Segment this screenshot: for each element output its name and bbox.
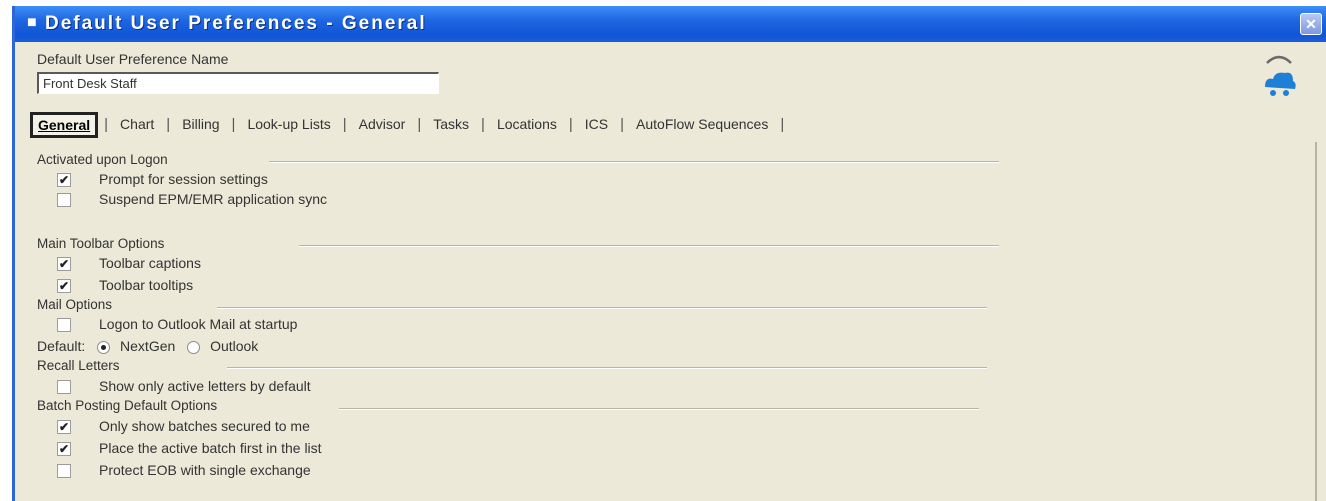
group-divider bbox=[299, 245, 999, 247]
tab-locations[interactable]: Locations bbox=[491, 112, 563, 136]
window-title: Default User Preferences - General bbox=[45, 13, 427, 34]
checkbox[interactable] bbox=[57, 318, 71, 332]
tab-advisor[interactable]: Advisor bbox=[353, 112, 412, 136]
mail-default-row: Default: NextGen Outlook bbox=[37, 338, 258, 358]
group-header-toolbar: Main Toolbar Options bbox=[37, 236, 165, 251]
tab-tasks[interactable]: Tasks bbox=[427, 112, 475, 136]
checkbox[interactable]: ✔ bbox=[57, 279, 71, 293]
pref-name-label: Default User Preference Name bbox=[37, 51, 229, 67]
title-bar[interactable]: ■ Default User Preferences - General ✕ bbox=[15, 6, 1326, 42]
tab-separator: | bbox=[342, 116, 347, 133]
group-header-logon: Activated upon Logon bbox=[37, 152, 168, 167]
tab-look-up-lists[interactable]: Look-up Lists bbox=[241, 112, 336, 136]
tab-separator: | bbox=[166, 116, 171, 133]
general-panel: Activated upon Logon ✔ Prompt for sessio… bbox=[37, 142, 1322, 501]
checkbox[interactable]: ✔ bbox=[57, 442, 71, 456]
app-icon: ■ bbox=[27, 14, 37, 31]
tab-separator: | bbox=[481, 116, 485, 133]
group-header-mail: Mail Options bbox=[37, 297, 113, 312]
preferences-window: ■ Default User Preferences - General ✕ D… bbox=[12, 6, 1326, 501]
tab-chart[interactable]: Chart bbox=[114, 112, 160, 136]
checkbox[interactable] bbox=[57, 380, 71, 394]
tab-autoflow-sequences[interactable]: AutoFlow Sequences bbox=[630, 112, 774, 136]
pref-name-field[interactable] bbox=[37, 72, 439, 94]
group-divider bbox=[217, 307, 987, 309]
group-divider bbox=[227, 367, 987, 369]
group-header-batch: Batch Posting Default Options bbox=[37, 398, 218, 413]
group-divider bbox=[339, 408, 979, 410]
tab-separator: | bbox=[620, 116, 625, 133]
tab-separator: | bbox=[568, 116, 573, 133]
checkbox[interactable]: ✔ bbox=[57, 173, 71, 187]
tab-separator: | bbox=[231, 116, 236, 133]
tab-strip: General | Chart | Billing | Look-up Lists | Advi… bbox=[30, 112, 1315, 140]
pile-logo-icon bbox=[1265, 55, 1296, 96]
radio-outlook[interactable] bbox=[187, 340, 201, 354]
radio-nextgen-label: NextGen bbox=[120, 338, 176, 354]
group-divider bbox=[269, 161, 999, 163]
tab-separator: | bbox=[417, 116, 422, 133]
group-header-recall: Recall Letters bbox=[37, 358, 120, 373]
tab-billing[interactable]: Billing bbox=[176, 112, 225, 136]
tab-general[interactable]: General bbox=[30, 112, 99, 138]
tab-ics[interactable]: ICS bbox=[579, 112, 614, 136]
mail-default-label: Default: bbox=[37, 338, 86, 354]
tab-separator: | bbox=[104, 116, 109, 133]
checkbox[interactable] bbox=[57, 193, 71, 207]
radio-nextgen[interactable] bbox=[97, 340, 111, 354]
tab-separator: | bbox=[780, 116, 785, 133]
checkbox[interactable]: ✔ bbox=[57, 257, 71, 271]
radio-outlook-label: Outlook bbox=[210, 338, 259, 354]
checkbox[interactable] bbox=[57, 464, 71, 478]
close-button[interactable]: ✕ bbox=[1300, 13, 1322, 35]
checkbox[interactable]: ✔ bbox=[57, 420, 71, 434]
